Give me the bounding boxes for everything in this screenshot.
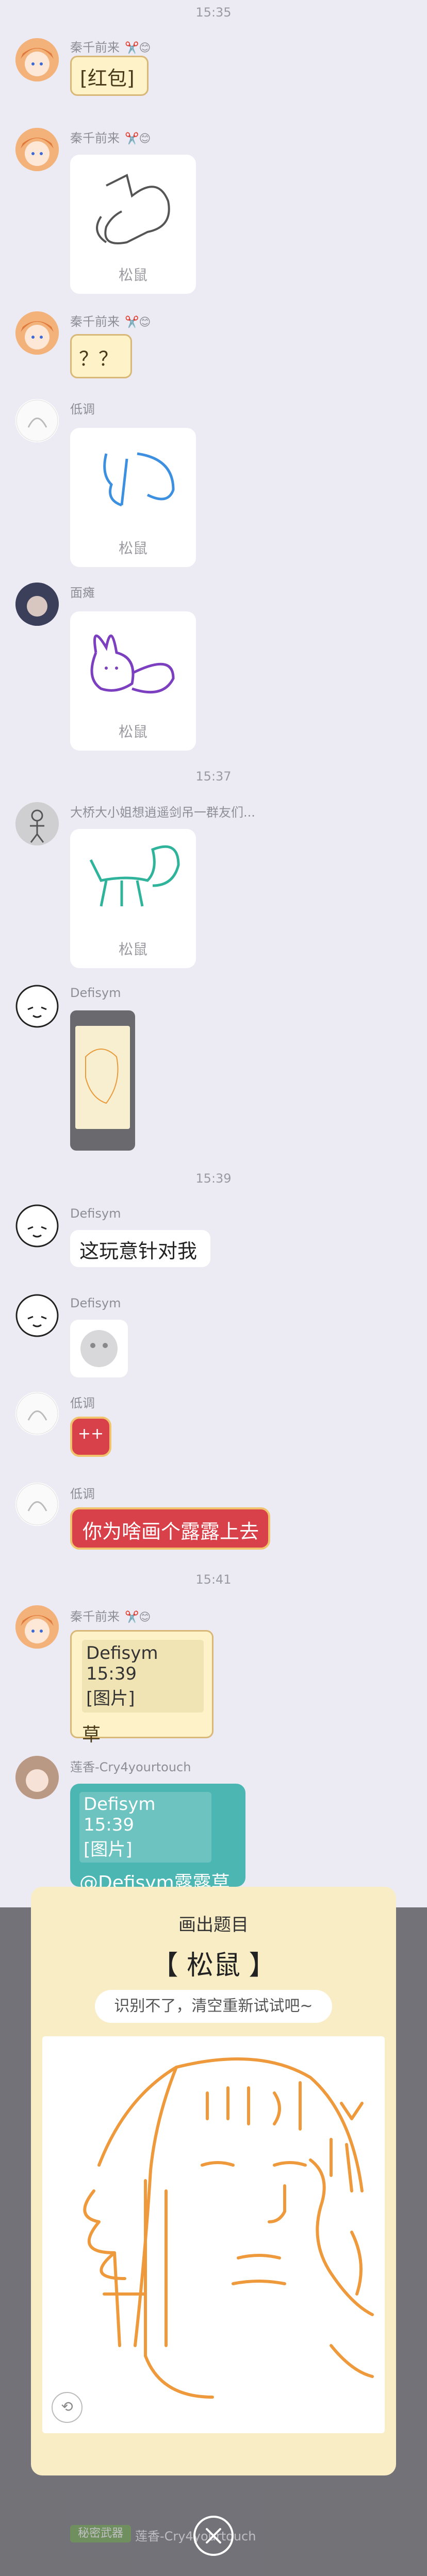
avatar[interactable] [15, 1483, 59, 1526]
timestamp: 15:35 [195, 5, 232, 20]
screenshot-content [75, 1026, 130, 1129]
message-text: 你为啥画个露露上去 [83, 1520, 259, 1543]
draw-prompt-modal: 画出题目 【 松鼠 】 识别不了，清空重新试试吧~ ⟲ [31, 1887, 396, 2475]
sketch-avatar-icon [16, 400, 58, 442]
member-tag: 秘密武器 [70, 2525, 131, 2542]
avatar[interactable] [15, 311, 59, 355]
message-bubble[interactable]: ++ [70, 1417, 111, 1457]
stickman-avatar-icon [15, 802, 59, 845]
screenshot-sketch [85, 1049, 119, 1104]
drawing-caption: 松鼠 [118, 723, 147, 740]
timestamp: 15:39 [195, 1171, 232, 1186]
anime-avatar-icon [15, 38, 59, 81]
drawing-canvas[interactable]: ⟲ [42, 2036, 385, 2433]
sender-name[interactable]: Defisym [70, 986, 121, 1000]
doodle-face-avatar-icon [15, 985, 59, 1028]
dark-avatar-icon [15, 583, 59, 626]
drawing-card[interactable]: 松鼠 [70, 611, 196, 751]
message-text: [红包] [80, 67, 135, 90]
sender-name[interactable]: 秦千前来 ✂️😊 [70, 1606, 151, 1624]
drawing-caption: 松鼠 [118, 540, 147, 557]
badge-icons: ✂️😊 [125, 132, 151, 145]
avatar[interactable] [15, 802, 59, 845]
girl-avatar-icon [15, 1756, 59, 1799]
sender-name[interactable]: 秦千前来 ✂️😊 [70, 128, 151, 146]
quoted-image-label: [图片] [86, 1688, 135, 1709]
sender-name[interactable]: 低调 [70, 1484, 95, 1502]
squirrel-drawing [89, 845, 180, 907]
anime-avatar-icon [15, 311, 59, 355]
avatar[interactable] [15, 1204, 59, 1248]
quoted-message[interactable]: Defisym 15:39 [图片] [79, 1792, 211, 1863]
doodle-face-avatar-icon [15, 1294, 59, 1337]
modal-title: 画出题目 [178, 1915, 249, 1935]
avatar[interactable] [15, 1756, 59, 1799]
avatar[interactable] [15, 583, 59, 626]
sketch-avatar-icon [16, 1483, 58, 1525]
message-bubble[interactable]: 你为啥画个露露上去 [70, 1507, 270, 1550]
close-icon [206, 2528, 221, 2544]
drawing-card[interactable]: 松鼠 [70, 155, 196, 294]
drawing-card[interactable]: 松鼠 [70, 829, 196, 968]
avatar[interactable] [15, 128, 59, 171]
reply-bubble[interactable]: Defisym 15:39 [图片] @Defisym露露草 [70, 1784, 245, 1893]
message-bubble[interactable]: [红包] [70, 56, 149, 96]
anime-avatar-icon [15, 128, 59, 171]
subject-word: 【 松鼠 】 [151, 1950, 276, 1981]
drawing-card[interactable]: 松鼠 [70, 428, 196, 567]
avatar[interactable] [15, 985, 59, 1028]
sender-name[interactable]: 低调 [70, 1393, 95, 1411]
drawing-caption: 松鼠 [118, 941, 147, 958]
message-bubble[interactable]: 这玩意针对我 [70, 1230, 210, 1267]
badge-icons: ✂️😊 [125, 1610, 151, 1624]
reply-bubble[interactable]: Defisym 15:39 [图片] 草 [70, 1630, 213, 1746]
message-bubble[interactable]: ？？ [70, 334, 132, 378]
timestamp: 15:41 [195, 1572, 232, 1587]
message-text: ++ [77, 1425, 104, 1443]
message-text: 这玩意针对我 [79, 1240, 198, 1262]
avatar[interactable] [15, 1294, 59, 1337]
rabbit-drawing [90, 635, 175, 694]
sender-name[interactable]: 莲香-Cry4yourtouch [70, 1757, 191, 1775]
quoted-header: Defisym 15:39 [86, 1643, 158, 1684]
quoted-header: Defisym 15:39 [84, 1794, 156, 1835]
hint-pill: 识别不了，清空重新试试吧~ [95, 1990, 332, 2023]
avatar[interactable] [15, 1392, 59, 1435]
quoted-message[interactable]: Defisym 15:39 [图片] [82, 1640, 204, 1713]
badge-icons: ✂️😊 [125, 41, 151, 55]
avatar[interactable] [15, 38, 59, 81]
doodle-face-avatar-icon [15, 1204, 59, 1248]
sender-name[interactable]: 大桥大小姐想逍遥剑吊一群友们... [70, 802, 255, 820]
sketch-avatar-icon [16, 1392, 58, 1435]
sender-name[interactable]: 低调 [70, 399, 95, 417]
avatar[interactable] [15, 1605, 59, 1649]
close-button[interactable] [193, 2516, 234, 2556]
sender-name[interactable]: Defisym [70, 1296, 121, 1310]
avatar[interactable] [15, 399, 59, 442]
squirrel-drawing [103, 452, 175, 507]
sender-name[interactable]: 面瘫 [70, 583, 95, 601]
quoted-image-label: [图片] [84, 1839, 133, 1860]
sender-name[interactable]: Defisym [70, 1206, 121, 1221]
sender-name[interactable]: 秦千前来 ✂️😊 [70, 311, 151, 329]
undo-icon[interactable]: ⟲ [52, 2392, 83, 2423]
sticker-image[interactable] [70, 1320, 128, 1377]
squirrel-drawing [96, 174, 170, 244]
timestamp: 15:37 [195, 769, 232, 784]
blurred-sticker [80, 1330, 118, 1367]
anime-avatar-icon [15, 1605, 59, 1649]
message-text: ？？ [79, 347, 119, 370]
sender-name[interactable]: 秦千前来 ✂️😊 [70, 37, 151, 55]
message-text: 草 [82, 1724, 101, 1746]
badge-icons: ✂️😊 [125, 315, 151, 329]
canvas-drawing [83, 2057, 374, 2399]
drawing-caption: 松鼠 [118, 267, 147, 284]
screenshot-thumbnail[interactable] [70, 1010, 135, 1151]
